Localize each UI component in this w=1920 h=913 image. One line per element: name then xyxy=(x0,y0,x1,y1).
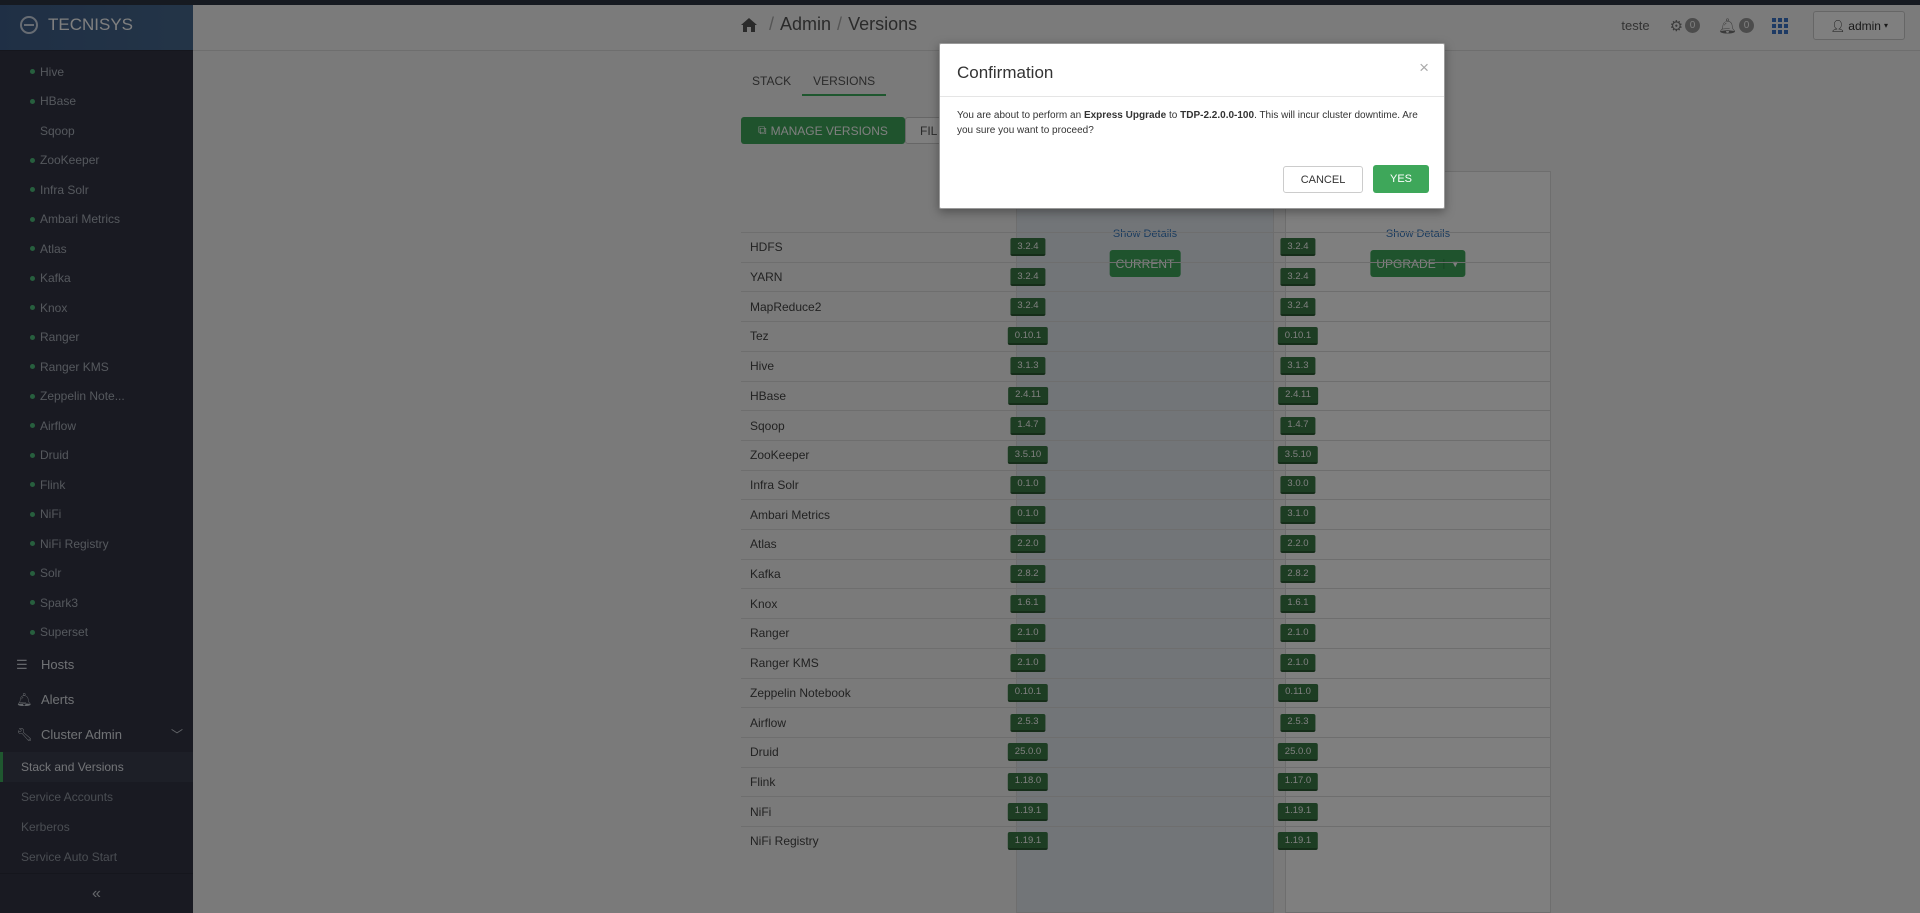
cancel-button[interactable]: CANCEL xyxy=(1283,166,1363,193)
yes-button[interactable]: YES xyxy=(1373,165,1429,193)
modal-text-2: to xyxy=(1166,110,1181,121)
modal-upgrade-type: Express Upgrade xyxy=(1083,110,1167,121)
modal-target-version: TDP-2.2.0.0-100 xyxy=(1180,110,1255,121)
modal-text-1: You are about to perform an xyxy=(957,110,1084,121)
close-icon[interactable]: × xyxy=(1419,58,1429,78)
modal-message: You are about to perform an Express Upgr… xyxy=(957,109,1432,138)
modal-divider xyxy=(940,96,1444,97)
confirmation-modal: Confirmation × You are about to perform … xyxy=(939,43,1445,209)
modal-title: Confirmation xyxy=(957,63,1054,82)
